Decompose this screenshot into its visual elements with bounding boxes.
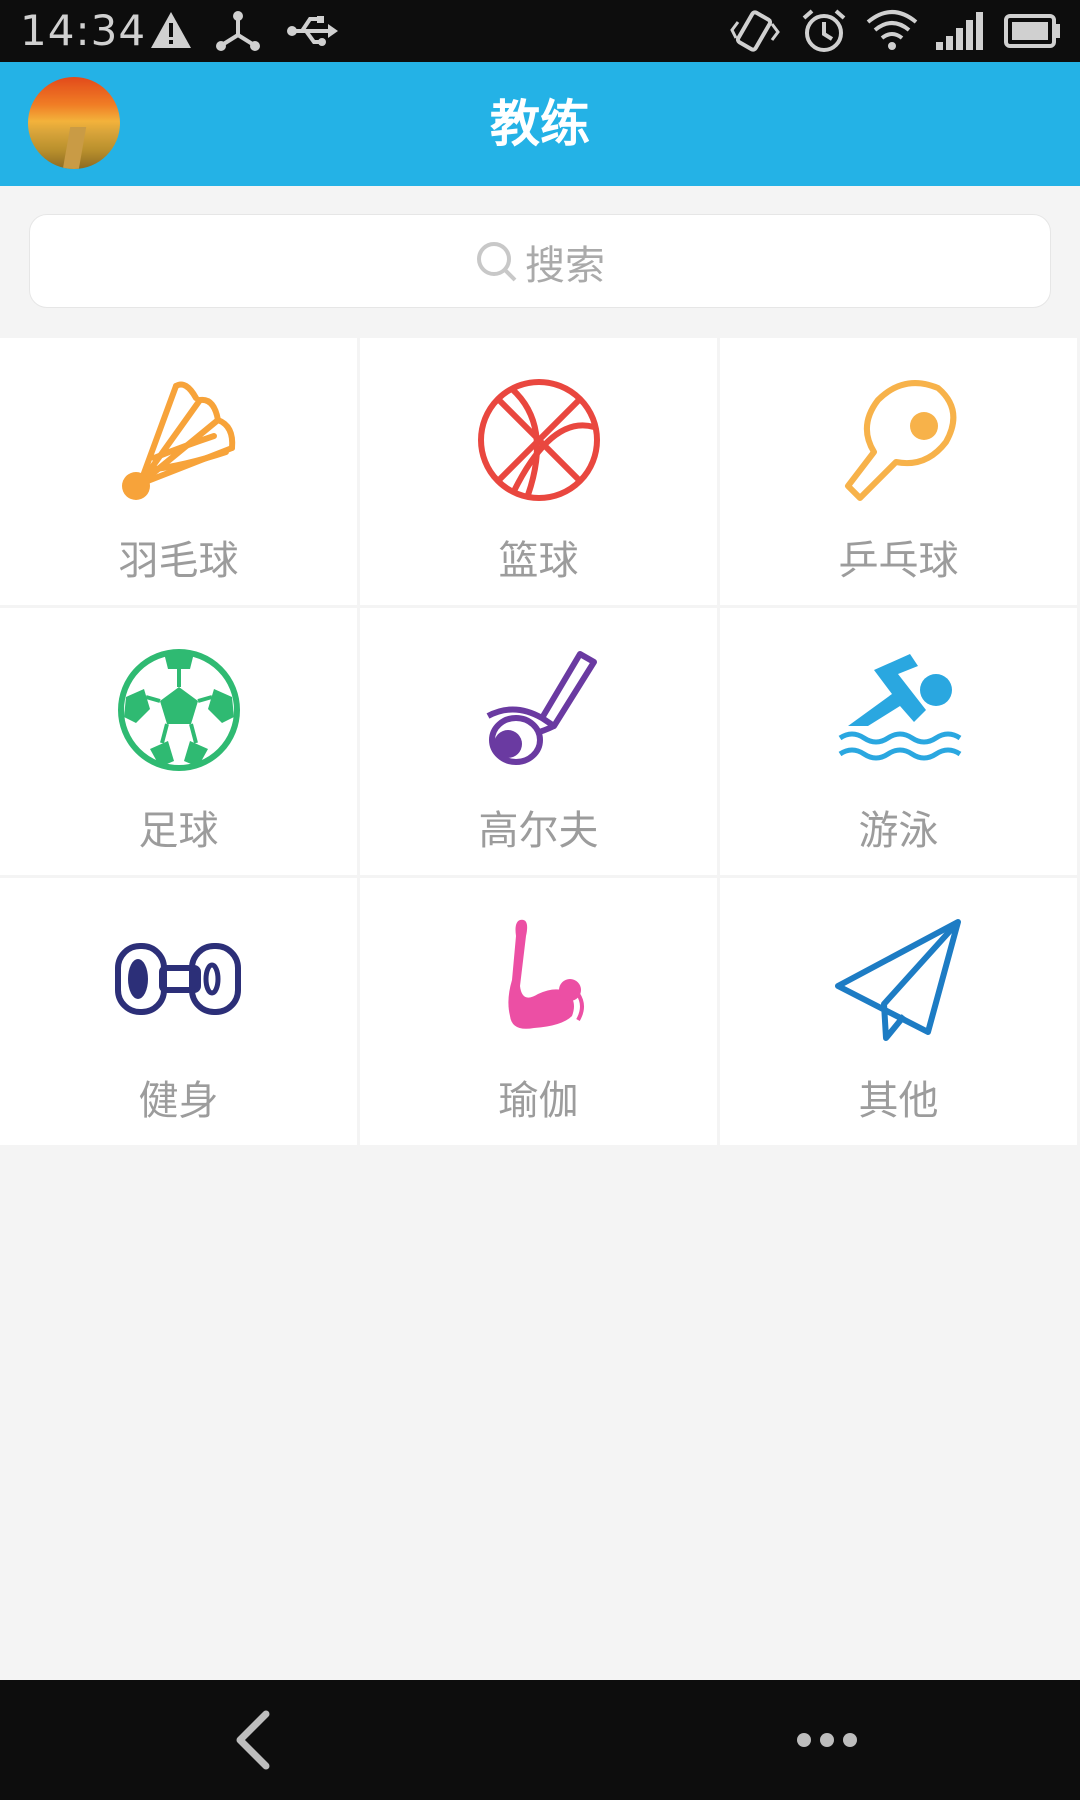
category-swimming[interactable]: 游泳 — [720, 608, 1077, 875]
category-label: 羽毛球 — [118, 538, 239, 584]
back-icon[interactable] — [228, 1710, 278, 1770]
icon-wrap — [720, 376, 1077, 504]
soccer-icon — [117, 649, 240, 771]
icon-wrap — [720, 646, 1077, 774]
icon-wrap — [0, 646, 357, 774]
category-ping-pong[interactable]: 乒乓球 — [720, 338, 1077, 605]
category-label: 其他 — [858, 1078, 939, 1124]
category-basketball[interactable]: 篮球 — [360, 338, 717, 605]
icon-wrap — [0, 376, 357, 504]
app-header: 教练 — [0, 62, 1080, 186]
dumbbell-icon — [114, 943, 241, 1015]
warning-icon — [151, 12, 191, 48]
more-icon[interactable] — [796, 1728, 858, 1752]
icon-wrap — [360, 646, 717, 774]
icon-wrap — [0, 916, 357, 1044]
page-title: 教练 — [490, 95, 590, 153]
category-grid: 羽毛球 篮球 乒乓球 足球 高尔夫 游泳 健身 瑜伽 其他 — [0, 338, 1080, 1145]
category-label: 足球 — [138, 808, 219, 854]
category-label: 乒乓球 — [838, 538, 959, 584]
category-label: 健身 — [138, 1078, 219, 1124]
yoga-icon — [507, 919, 584, 1029]
icon-wrap — [360, 916, 717, 1044]
usb-icon — [287, 16, 338, 46]
category-label: 高尔夫 — [478, 808, 599, 854]
search-bar[interactable]: 搜索 — [29, 214, 1051, 308]
category-yoga[interactable]: 瑜伽 — [360, 878, 717, 1145]
basketball-icon — [477, 379, 600, 501]
category-golf[interactable]: 高尔夫 — [360, 608, 717, 875]
category-other[interactable]: 其他 — [720, 878, 1077, 1145]
search-placeholder: 搜索 — [525, 243, 605, 289]
ping-pong-icon — [844, 380, 956, 501]
signal-icon — [936, 12, 983, 50]
vibrate-icon — [730, 10, 780, 52]
wifi-icon — [866, 10, 918, 50]
icon-wrap — [360, 376, 717, 504]
alarm-icon — [802, 9, 846, 52]
status-time: 14:34 — [20, 6, 147, 55]
category-label: 篮球 — [498, 538, 579, 584]
paper-plane-icon — [834, 919, 961, 1041]
category-fitness[interactable]: 健身 — [0, 878, 357, 1145]
golf-icon — [486, 651, 597, 765]
search-icon — [477, 242, 517, 282]
category-soccer[interactable]: 足球 — [0, 608, 357, 875]
category-label: 游泳 — [858, 808, 939, 854]
nav-bar — [0, 1680, 1080, 1800]
share-hub-icon — [216, 11, 260, 51]
badminton-icon — [121, 381, 235, 500]
status-bar: 14:34 — [0, 0, 1080, 62]
swimming-icon — [838, 654, 961, 761]
category-label: 瑜伽 — [498, 1078, 579, 1124]
category-badminton[interactable]: 羽毛球 — [0, 338, 357, 605]
battery-icon — [1004, 14, 1060, 48]
search-inner: 搜索 — [30, 215, 1050, 309]
icon-wrap — [720, 916, 1077, 1044]
